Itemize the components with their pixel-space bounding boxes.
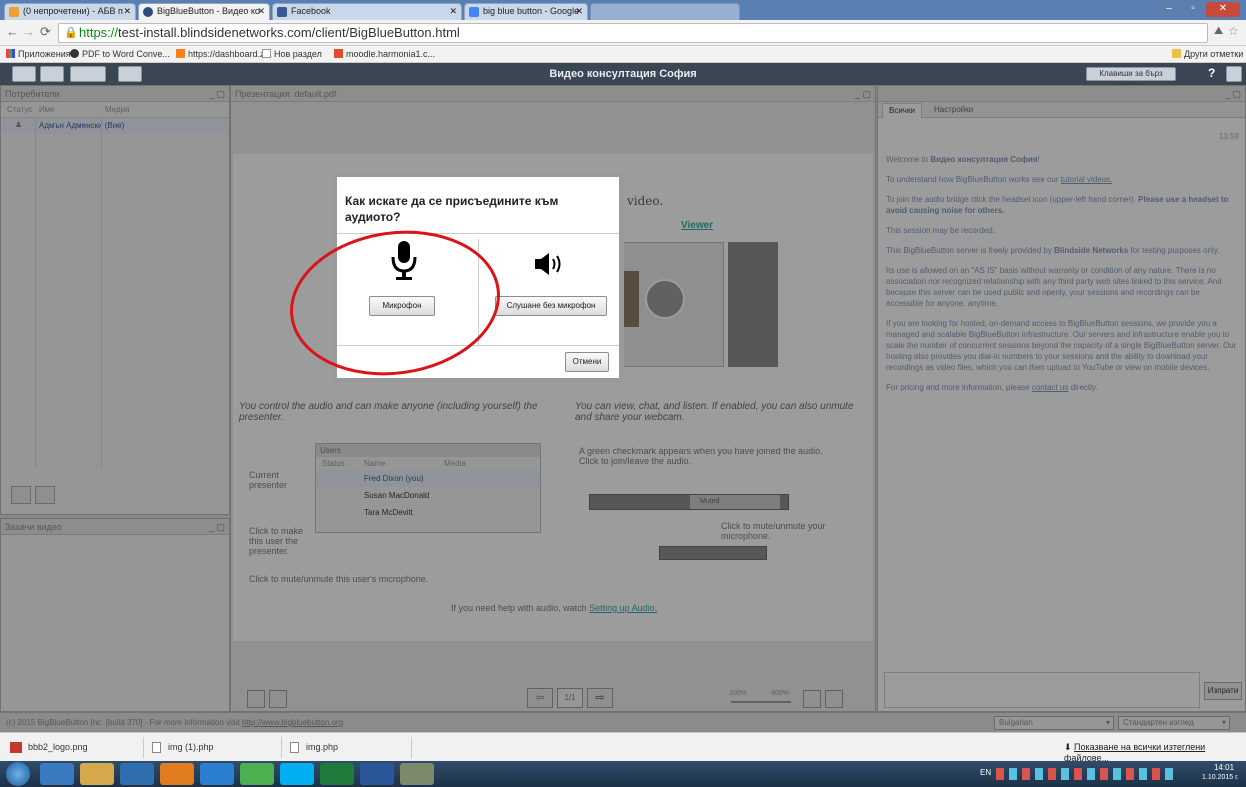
back-icon[interactable]: ← [6,24,19,39]
start-button-icon[interactable] [6,762,30,786]
firefox-icon[interactable] [160,763,194,785]
paint-icon[interactable] [400,763,434,785]
translate-icon[interactable]: ⛰ [1214,25,1223,38]
bookmark-label: PDF to Word Conve... [82,49,170,59]
bookmark-label: moodle.harmonia1.c... [346,49,436,59]
cancel-button[interactable]: Отмени [565,352,609,372]
star-icon[interactable]: ☆ [1228,24,1239,38]
bookmark-pdf[interactable]: PDF to Word Conve... [70,48,170,61]
show-all-downloads-link[interactable]: ⬇ Показване на всички изтеглени файлове.… [1064,742,1246,763]
chrome-icon[interactable] [240,763,274,785]
language-indicator[interactable]: EN [980,768,991,777]
url-input[interactable]: 🔒 https://test-install.blindsidenetworks… [58,23,1208,43]
bookmark-dashboard[interactable]: https://dashboard.z... [176,48,272,61]
tab-label: BigBlueButton - Видео ко [157,6,260,16]
forward-icon[interactable]: → [22,24,35,39]
minimize-icon[interactable]: – [1158,2,1180,17]
tab-mail[interactable]: (0 непрочетени) - АБВ п ✕ [4,3,136,20]
taskbar-app-icon[interactable] [40,763,74,785]
tab-label: (0 непрочетени) - АБВ п [23,6,123,16]
dialog-title: Как искате да се присъедините към аудиот… [345,194,559,224]
bookmark-other[interactable]: Други отметки [1172,48,1243,61]
folder-icon [1172,49,1181,58]
help-button[interactable]: ? [1208,66,1222,82]
clock-time[interactable]: 14:01 [1214,763,1234,772]
facebook-favicon-icon [277,7,287,17]
bookmark-new-tab[interactable]: Нов раздел [262,48,322,61]
windows-taskbar: EN 14:01 1.10.2015 г. [0,761,1246,787]
explorer-icon[interactable] [80,763,114,785]
download-filename: img (1).php [168,742,214,752]
reload-icon[interactable]: ⟳ [40,24,51,40]
speaker-icon [535,253,561,275]
address-bar: ← → ⟳ 🔒 https://test-install.blindsidene… [0,20,1246,46]
shortcuts-button[interactable]: Клавиши за бърз достъп [1086,67,1176,90]
tab-facebook[interactable]: Facebook ✕ [272,3,462,20]
bookmarks-bar: Приложения PDF to Word Conve... https://… [0,46,1246,63]
show-all-label: Показване на всички изтеглени файлове... [1064,742,1206,763]
download-item[interactable]: img.php [284,737,412,758]
url-text: test-install.blindsidenetworks.com/clien… [118,25,460,40]
pdf-icon [70,49,79,58]
download-item[interactable]: bbb2_logo.png [6,737,144,758]
bookmark-label: Приложения [18,49,71,59]
download-item[interactable]: img (1).php [146,737,282,758]
clock-date[interactable]: 1.10.2015 г. [1202,774,1239,781]
apps-icon [6,49,15,58]
mail-favicon-icon [9,7,19,17]
image-file-icon [10,742,22,753]
tab-label: Facebook [291,6,331,16]
downloads-bar: bbb2_logo.png img (1).php img.php ⬇ Пока… [0,732,1246,763]
bookmark-apps[interactable]: Приложения [6,48,71,61]
bookmark-label: https://dashboard.z... [188,49,273,59]
browser-tab-bar: (0 непрочетени) - АБВ п ✕ BigBlueButton -… [0,0,1246,20]
listen-only-button[interactable]: Слушане без микрофон [495,296,607,316]
close-icon[interactable]: ✕ [449,4,457,19]
page-icon [262,49,271,58]
tab-bigbluebutton[interactable]: BigBlueButton - Видео ко ✕ [138,3,270,20]
tab-label: big blue button - Google [483,6,580,16]
red-circle-annotation [290,230,500,376]
excel-icon[interactable] [320,763,354,785]
url-scheme: https:// [79,25,119,40]
lock-icon: 🔒 [64,27,78,39]
file-icon [290,742,299,753]
conference-title: Видео консултация София [549,68,697,80]
tray-icons[interactable] [996,768,1176,780]
close-icon[interactable]: ✕ [575,4,583,19]
restore-icon[interactable]: ▫ [1182,2,1204,17]
bookmark-moodle[interactable]: moodle.harmonia1.c... [334,48,435,61]
bookmark-label: Други отметки [1184,49,1244,59]
word-icon[interactable] [360,763,394,785]
file-icon [152,742,161,753]
close-icon[interactable]: ✕ [257,4,265,19]
close-window-icon[interactable]: ✕ [1206,2,1240,17]
download-filename: img.php [306,742,339,752]
moodle-icon [334,49,343,58]
ie-icon[interactable] [200,763,234,785]
app-toolbar: Видео консултация София Клавиши за бърз … [0,63,1246,90]
close-icon[interactable]: ✕ [123,4,131,19]
download-filename: bbb2_logo.png [28,742,88,752]
logout-icon[interactable] [1226,66,1242,82]
bbb-favicon-icon [143,7,153,17]
google-favicon-icon [469,7,479,17]
bookmark-label: Нов раздел [274,49,322,59]
media-icon[interactable] [120,763,154,785]
skype-icon[interactable] [280,763,314,785]
dashboard-icon [176,49,185,58]
tab-blurred[interactable] [590,3,740,20]
tab-google[interactable]: big blue button - Google ✕ [464,3,588,20]
